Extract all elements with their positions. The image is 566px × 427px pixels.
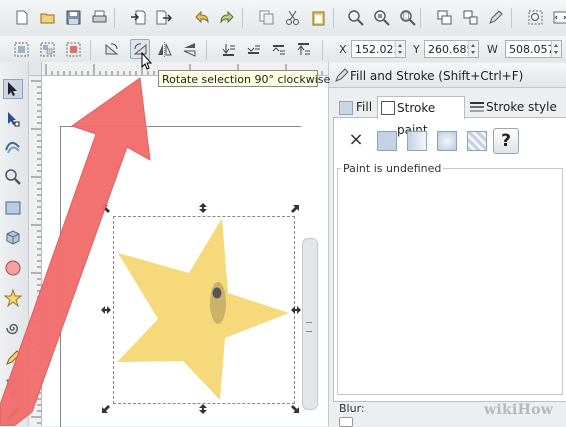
flat-color-button[interactable] xyxy=(377,131,397,151)
raise-icon[interactable] xyxy=(268,39,288,59)
tab-stroke-paint[interactable]: Stroke paint xyxy=(377,96,465,119)
star-tool-icon[interactable] xyxy=(3,288,23,308)
scale-handle-ne[interactable] xyxy=(290,204,300,214)
paint-none-button[interactable]: × xyxy=(348,130,364,150)
select-all-icon[interactable] xyxy=(11,39,31,59)
w-field[interactable]: 508.057 xyxy=(505,40,562,58)
tab-stroke-style[interactable]: Stroke style xyxy=(467,96,562,118)
w-value: 508.057 xyxy=(509,43,555,56)
w-spin-arrows[interactable] xyxy=(551,41,561,57)
pattern-button[interactable] xyxy=(467,131,487,151)
blur-label: Blur: xyxy=(339,402,365,415)
undo-icon[interactable] xyxy=(191,7,211,27)
x-label: X xyxy=(339,43,347,56)
ungroup-icon[interactable] xyxy=(460,7,480,27)
panel-title: Fill and Stroke (Shift+Ctrl+F) xyxy=(350,69,523,83)
fill-tab-icon xyxy=(339,101,353,115)
spiral-tool-icon[interactable] xyxy=(3,318,23,338)
scale-handle-n[interactable] xyxy=(198,203,208,213)
save-icon[interactable] xyxy=(63,7,83,27)
print-icon[interactable] xyxy=(89,7,109,27)
zoom-drawing-icon[interactable] xyxy=(371,7,391,27)
scale-handle-w[interactable] xyxy=(101,305,111,315)
toolbar-separator xyxy=(90,40,91,60)
scrollbar-grip-icon xyxy=(306,322,312,332)
fill-stroke-panel-icon xyxy=(334,67,350,83)
tweak-tool-icon[interactable] xyxy=(3,137,23,157)
zoom-page-icon[interactable] xyxy=(397,7,417,27)
stroke-style-tab-icon xyxy=(469,101,485,113)
rotate-ccw-icon[interactable] xyxy=(101,39,121,59)
scale-handle-nw[interactable] xyxy=(101,204,111,214)
scale-handle-se[interactable] xyxy=(290,404,300,414)
toolbar-separator xyxy=(322,40,323,60)
lower-icon[interactable] xyxy=(243,39,263,59)
y-field[interactable]: 260.685 xyxy=(424,40,479,58)
deselect-icon[interactable] xyxy=(63,39,83,59)
raise-to-top-icon[interactable] xyxy=(293,39,313,59)
rectangle-tool-icon[interactable] xyxy=(3,198,23,218)
w-label: W xyxy=(487,43,498,56)
watermark: wikiHow xyxy=(484,402,553,418)
selection-bounding-box xyxy=(113,216,295,404)
zoom-tool-icon[interactable] xyxy=(3,167,23,187)
toolbar-separator xyxy=(420,8,421,28)
ruler-corner xyxy=(29,62,42,76)
x-value: 152.023 xyxy=(355,43,401,56)
selector-tool-icon[interactable] xyxy=(3,79,23,99)
calligraphy-tool-icon[interactable] xyxy=(3,404,23,424)
flip-vertical-icon[interactable] xyxy=(179,39,199,59)
flip-horizontal-icon[interactable] xyxy=(154,39,174,59)
ellipse-tool-icon[interactable] xyxy=(3,258,23,278)
tab-fill-label: Fill xyxy=(356,96,372,118)
select-all-layers-icon[interactable] xyxy=(37,39,57,59)
toolbar-separator xyxy=(333,8,334,28)
paint-status-frame xyxy=(337,168,563,395)
pen-tool-icon[interactable] xyxy=(3,377,23,397)
mouse-pointer-icon xyxy=(141,52,155,72)
fill-stroke-icon[interactable] xyxy=(486,7,506,27)
y-value: 260.685 xyxy=(428,43,474,56)
new-document-icon[interactable] xyxy=(11,7,31,27)
node-tool-icon[interactable] xyxy=(3,109,23,129)
xml-editor-icon[interactable] xyxy=(550,7,566,27)
toolbar-separator xyxy=(206,40,207,60)
scale-handle-s[interactable] xyxy=(198,404,208,414)
pencil-tool-icon[interactable] xyxy=(3,348,23,368)
x-field[interactable]: 152.023 xyxy=(351,40,406,58)
radial-gradient-button[interactable] xyxy=(437,131,457,151)
y-spin-arrows[interactable] xyxy=(468,41,478,57)
tooltip: Rotate selection 90° clockwise xyxy=(158,70,318,87)
toolbar-separator xyxy=(114,8,115,28)
vertical-ruler xyxy=(29,75,42,426)
paste-icon[interactable] xyxy=(308,7,328,27)
lower-to-bottom-icon[interactable] xyxy=(218,39,238,59)
redo-icon[interactable] xyxy=(217,7,237,27)
scale-handle-e[interactable] xyxy=(291,305,301,315)
zoom-selection-icon[interactable] xyxy=(345,7,365,27)
scale-handle-sw[interactable] xyxy=(101,404,111,414)
toolbar-separator xyxy=(242,8,243,28)
export-icon[interactable] xyxy=(153,7,173,27)
y-label: Y xyxy=(413,43,420,56)
duplicate-icon[interactable] xyxy=(256,7,276,27)
import-icon[interactable] xyxy=(128,7,148,27)
linear-gradient-button[interactable] xyxy=(407,131,427,151)
tab-fill[interactable]: Fill xyxy=(335,96,378,118)
tab-stroke-style-label: Stroke style xyxy=(486,96,557,118)
paint-unset-button[interactable]: ? xyxy=(493,128,519,154)
toolbar-separator xyxy=(511,8,512,28)
group-icon[interactable] xyxy=(434,7,454,27)
cut-icon[interactable] xyxy=(282,7,302,27)
x-spin-arrows[interactable] xyxy=(395,41,405,57)
paint-status-label: Paint is undefined xyxy=(341,162,443,175)
open-icon[interactable] xyxy=(37,7,57,27)
stroke-paint-tab-icon xyxy=(381,101,395,115)
3d-box-tool-icon[interactable] xyxy=(3,227,23,247)
zoom-fit-icon[interactable] xyxy=(525,7,545,27)
